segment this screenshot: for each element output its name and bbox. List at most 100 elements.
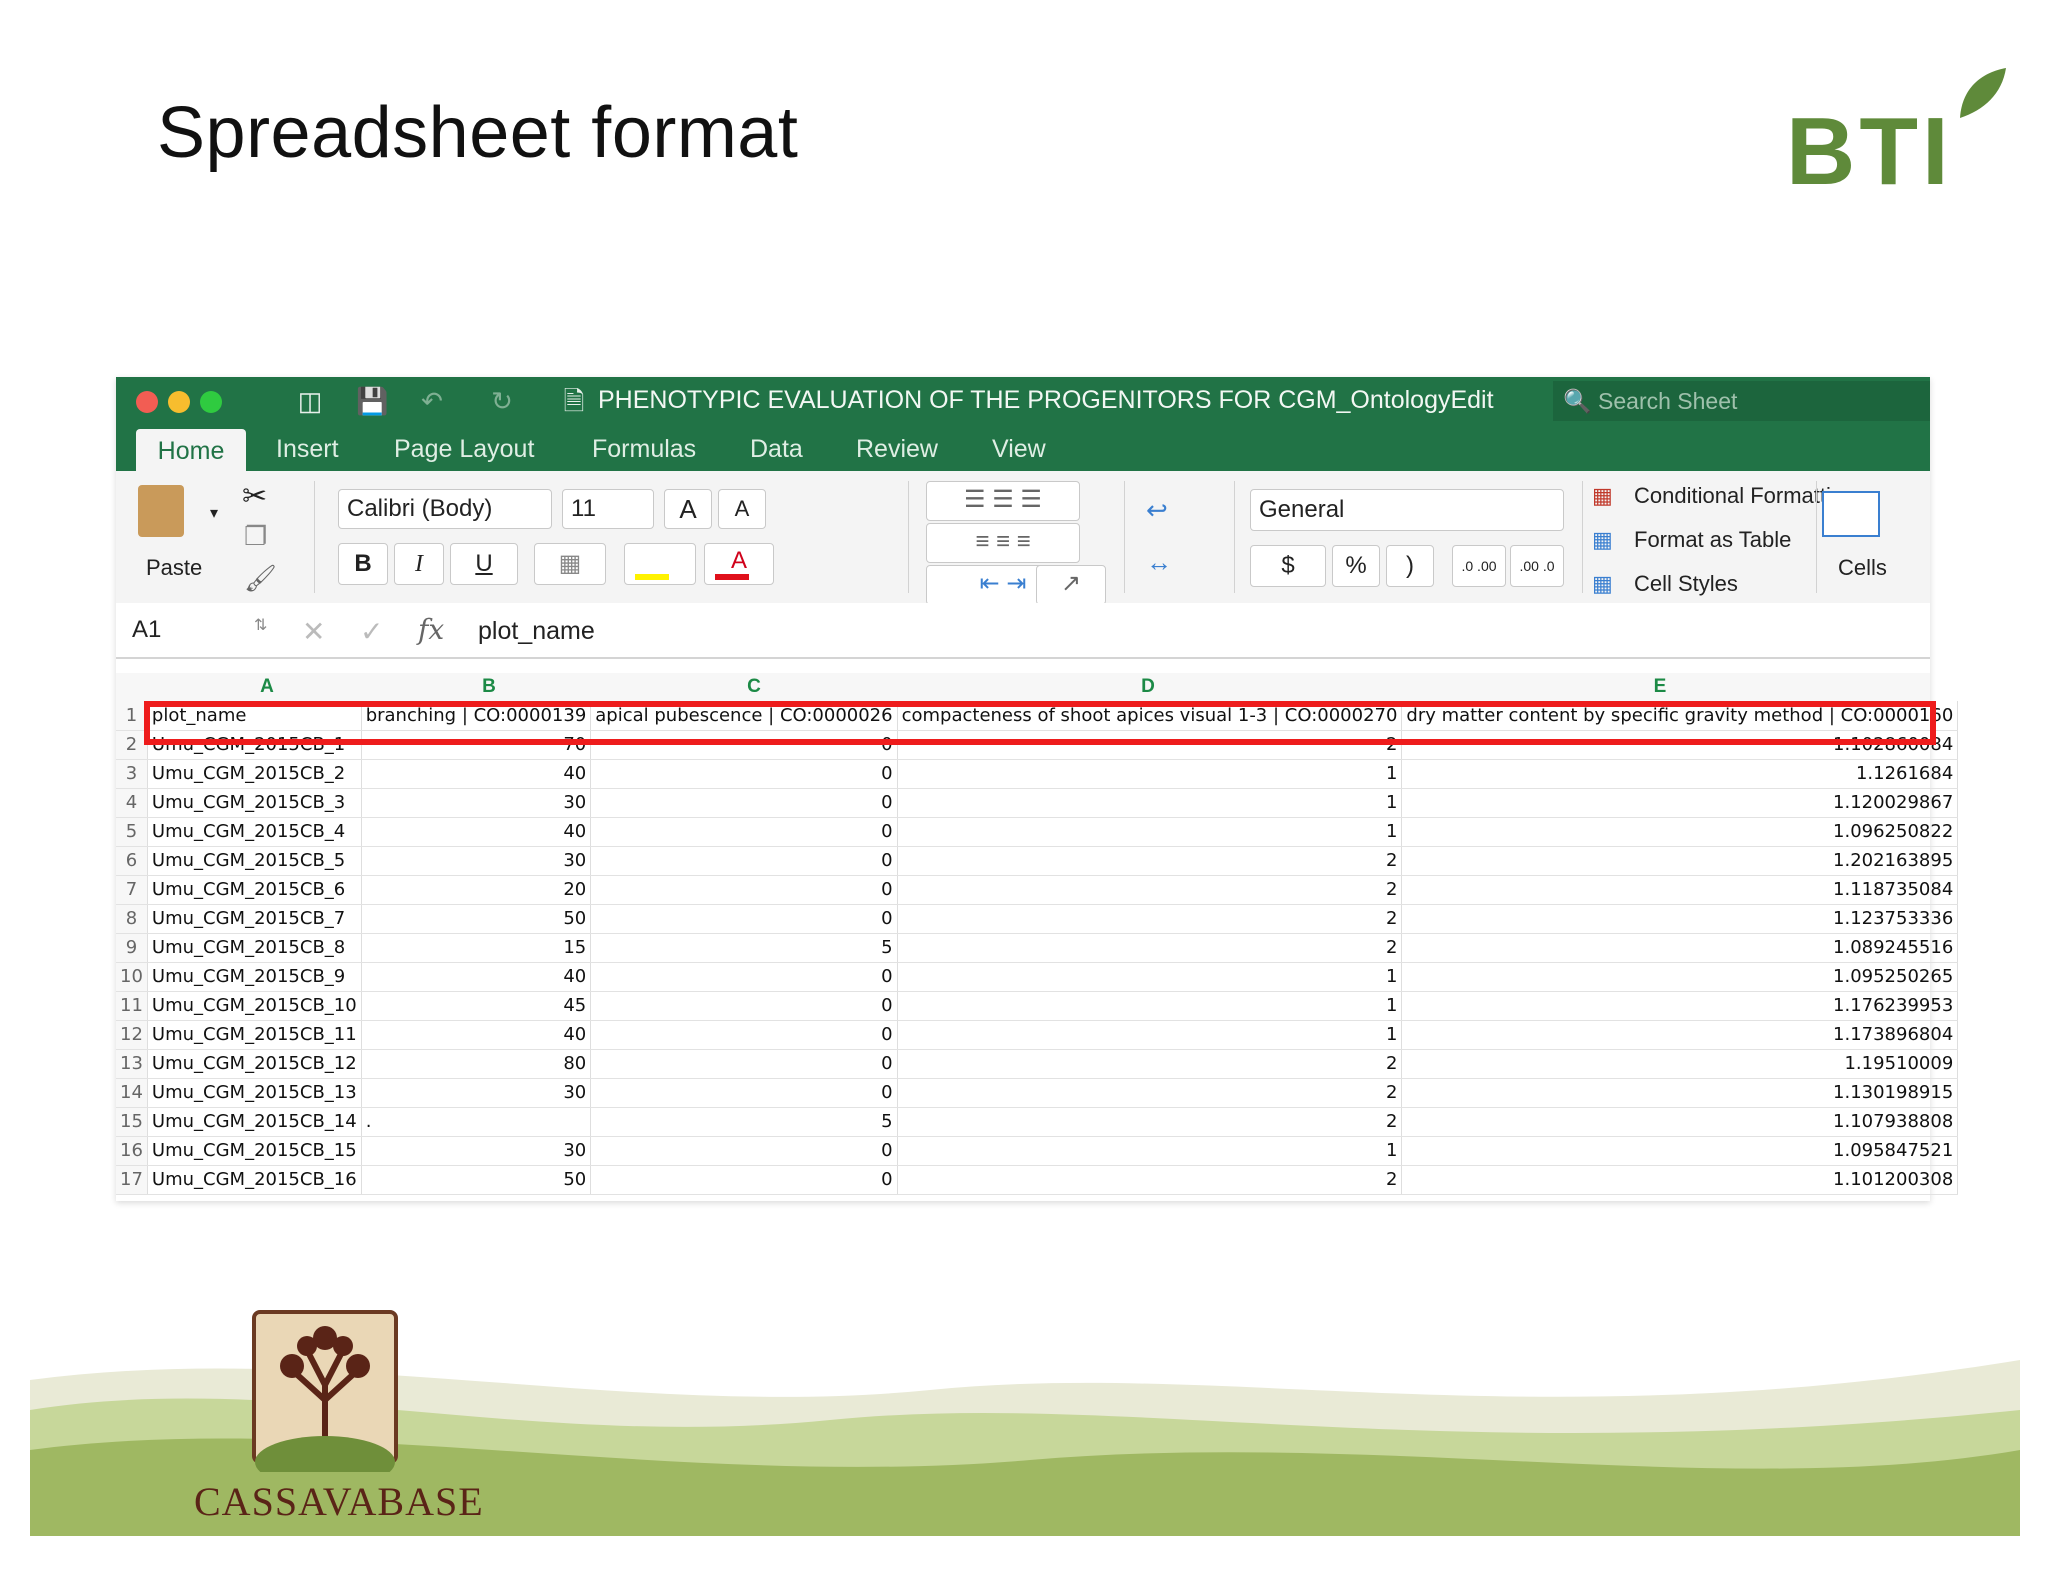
cell-plot-name[interactable]: Umu_CGM_2015CB_6 (147, 875, 362, 905)
cell-plot-name[interactable]: Umu_CGM_2015CB_7 (147, 904, 362, 934)
cell-plot-name[interactable]: Umu_CGM_2015CB_2 (147, 759, 362, 789)
cell-value[interactable]: 1.120029867 (1401, 788, 1959, 818)
cell-value[interactable]: 40 (361, 759, 592, 789)
cell-value[interactable]: 15 (361, 933, 592, 963)
search-sheet-input[interactable]: 🔍 Search Sheet (1553, 381, 1930, 421)
row-number[interactable]: 10 (116, 962, 148, 992)
cell-value[interactable]: 1.096250822 (1401, 817, 1959, 847)
cell-value[interactable]: 2 (897, 933, 1403, 963)
cell-value[interactable]: 30 (361, 1078, 592, 1108)
tab-page-layout[interactable]: Page Layout (394, 435, 534, 464)
minimize-window-button[interactable] (168, 391, 190, 413)
shrink-font-button[interactable]: A (718, 489, 766, 529)
cell-value[interactable]: 1 (897, 1020, 1403, 1050)
tab-view[interactable]: View (992, 435, 1046, 464)
row-number[interactable]: 13 (116, 1049, 148, 1079)
cell-value[interactable]: 0 (590, 788, 898, 818)
cell-plot-name[interactable]: Umu_CGM_2015CB_11 (147, 1020, 362, 1050)
decrease-decimal-button[interactable]: .00 .0 (1510, 545, 1564, 587)
row-number[interactable]: 16 (116, 1136, 148, 1166)
currency-button[interactable]: $ (1250, 545, 1326, 587)
format-painter-icon[interactable]: 🖌 (244, 563, 277, 594)
cell-value[interactable]: 1.095847521 (1401, 1136, 1959, 1166)
cell-plot-name[interactable]: Umu_CGM_2015CB_15 (147, 1136, 362, 1166)
cell-value[interactable]: 1 (897, 991, 1403, 1021)
cell-value[interactable]: 0 (590, 962, 898, 992)
cell-plot-name[interactable]: Umu_CGM_2015CB_3 (147, 788, 362, 818)
cell-plot-name[interactable]: Umu_CGM_2015CB_10 (147, 991, 362, 1021)
grow-font-button[interactable]: A (664, 489, 712, 529)
cell-value[interactable]: 1.107938808 (1401, 1107, 1959, 1137)
column-header-c[interactable]: C (602, 673, 906, 701)
tab-data[interactable]: Data (750, 435, 803, 464)
cell-value[interactable]: 80 (361, 1049, 592, 1079)
cell-value[interactable]: 1.1261684 (1401, 759, 1959, 789)
fill-color-button[interactable] (624, 543, 696, 585)
cell-value[interactable]: 2 (897, 875, 1403, 905)
cell-styles-button[interactable]: Cell Styles (1634, 571, 1738, 597)
column-header-e[interactable]: E (1390, 673, 1930, 701)
cell-value[interactable]: 1.130198915 (1401, 1078, 1959, 1108)
bold-button[interactable]: B (338, 543, 388, 585)
name-box[interactable]: A1 (116, 605, 276, 655)
cell-value[interactable]: 0 (590, 846, 898, 876)
cell-value[interactable]: 0 (590, 904, 898, 934)
cell-value[interactable]: 1.173896804 (1401, 1020, 1959, 1050)
cell-value[interactable]: 0 (590, 817, 898, 847)
vertical-align-group[interactable]: ☰ ☰ ☰ (926, 481, 1080, 521)
cell-value[interactable]: 2 (897, 1049, 1403, 1079)
cell-value[interactable]: 40 (361, 1020, 592, 1050)
cut-icon[interactable]: ✂ (242, 479, 267, 514)
row-number[interactable]: 11 (116, 991, 148, 1021)
cell-value[interactable]: 1.118735084 (1401, 875, 1959, 905)
wrap-text-icon[interactable]: ↩ (1146, 495, 1168, 526)
percent-button[interactable]: % (1332, 545, 1380, 587)
cell-value[interactable]: 1 (897, 1136, 1403, 1166)
cell-value[interactable]: 2 (897, 1078, 1403, 1108)
cell-value[interactable]: 30 (361, 1136, 592, 1166)
confirm-entry-icon[interactable]: ✓ (360, 615, 383, 648)
cell-plot-name[interactable]: Umu_CGM_2015CB_4 (147, 817, 362, 847)
cells-icon[interactable] (1822, 491, 1880, 537)
cell-value[interactable]: 0 (590, 759, 898, 789)
redo-icon[interactable]: ↻ (486, 385, 518, 417)
cell-value[interactable]: 1.101200308 (1401, 1165, 1959, 1195)
cell-value[interactable]: 40 (361, 817, 592, 847)
cell-value[interactable]: 30 (361, 846, 592, 876)
cell-plot-name[interactable]: Umu_CGM_2015CB_16 (147, 1165, 362, 1195)
cell-value[interactable]: 0 (590, 1078, 898, 1108)
cells-button[interactable]: Cells (1838, 555, 1887, 581)
cell-plot-name[interactable]: Umu_CGM_2015CB_12 (147, 1049, 362, 1079)
cell-value[interactable]: 2 (897, 846, 1403, 876)
tab-home[interactable]: Home (136, 429, 246, 471)
cell-value[interactable]: 2 (897, 1107, 1403, 1137)
name-box-stepper-icon[interactable]: ⇅ (254, 615, 267, 635)
font-color-button[interactable]: A (704, 543, 774, 585)
cell-value[interactable]: 1.089245516 (1401, 933, 1959, 963)
borders-button[interactable]: ▦ (534, 543, 606, 585)
cell-plot-name[interactable]: Umu_CGM_2015CB_13 (147, 1078, 362, 1108)
cell-value[interactable]: . (361, 1107, 592, 1137)
underline-button[interactable]: U (450, 543, 518, 585)
cell-value[interactable]: 0 (590, 1165, 898, 1195)
cell-value[interactable]: 5 (590, 933, 898, 963)
row-number[interactable]: 15 (116, 1107, 148, 1137)
paste-dropdown-icon[interactable]: ▾ (210, 503, 218, 523)
cell-value[interactable]: 50 (361, 904, 592, 934)
row-number[interactable]: 14 (116, 1078, 148, 1108)
zoom-window-button[interactable] (200, 391, 222, 413)
cell-plot-name[interactable]: Umu_CGM_2015CB_8 (147, 933, 362, 963)
row-number[interactable]: 2 (116, 730, 148, 760)
column-header-d[interactable]: D (906, 673, 1390, 701)
cell-value[interactable]: 1.176239953 (1401, 991, 1959, 1021)
formula-input[interactable]: plot_name (478, 617, 595, 646)
cell-value[interactable]: 0 (590, 875, 898, 905)
tab-review[interactable]: Review (856, 435, 938, 464)
tab-insert[interactable]: Insert (276, 435, 339, 464)
cell-value[interactable]: 30 (361, 788, 592, 818)
row-number[interactable]: 1 (116, 701, 148, 731)
row-number[interactable]: 4 (116, 788, 148, 818)
horizontal-align-group[interactable]: ≡ ≡ ≡ (926, 523, 1080, 563)
number-format-select[interactable]: General (1250, 489, 1564, 531)
cell-value[interactable]: 1 (897, 962, 1403, 992)
